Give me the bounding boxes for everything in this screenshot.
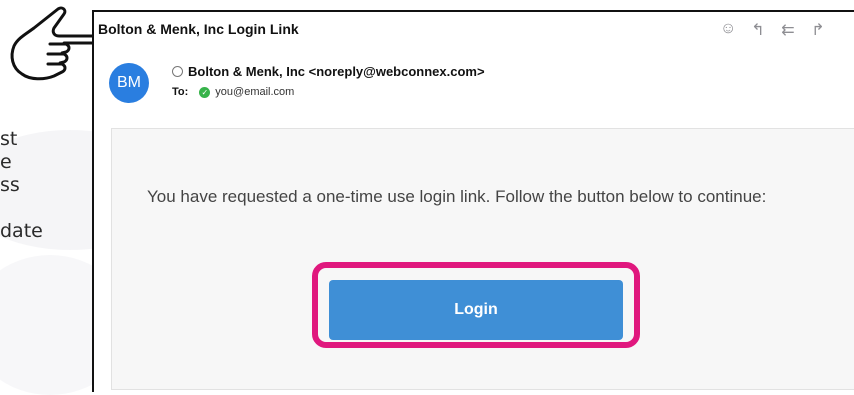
login-button[interactable]: Login	[329, 280, 623, 340]
email-window: Bolton & Menk, Inc Login Link ☺ ↰ ⇇ ↱ BM…	[92, 10, 854, 392]
verified-check-icon: ✓	[199, 86, 211, 98]
reply-icon[interactable]: ↰	[750, 20, 766, 40]
email-to: To: ✓ you@email.com	[172, 86, 294, 98]
email-body: You have requested a one-time use login …	[111, 128, 854, 390]
from-address: Bolton & Menk, Inc <noreply@webconnex.co…	[188, 64, 485, 79]
forward-icon[interactable]: ↱	[810, 20, 826, 40]
sender-avatar: BM	[109, 63, 149, 103]
unread-indicator-icon	[172, 66, 183, 77]
email-subject: Bolton & Menk, Inc Login Link	[98, 21, 299, 37]
smiley-icon[interactable]: ☺	[720, 20, 736, 40]
email-from: Bolton & Menk, Inc <noreply@webconnex.co…	[172, 64, 485, 79]
pointing-hand-icon	[10, 6, 103, 81]
reply-all-icon[interactable]: ⇇	[780, 20, 796, 40]
side-text-line: date	[0, 220, 43, 242]
side-text-line: ss	[0, 174, 20, 196]
to-label: To:	[172, 86, 189, 98]
side-text-line: e	[0, 151, 12, 173]
email-actions-toolbar: ☺ ↰ ⇇ ↱	[720, 20, 826, 40]
email-message: You have requested a one-time use login …	[147, 187, 767, 206]
side-text-line: st	[0, 128, 18, 150]
to-address[interactable]: you@email.com	[215, 86, 294, 98]
